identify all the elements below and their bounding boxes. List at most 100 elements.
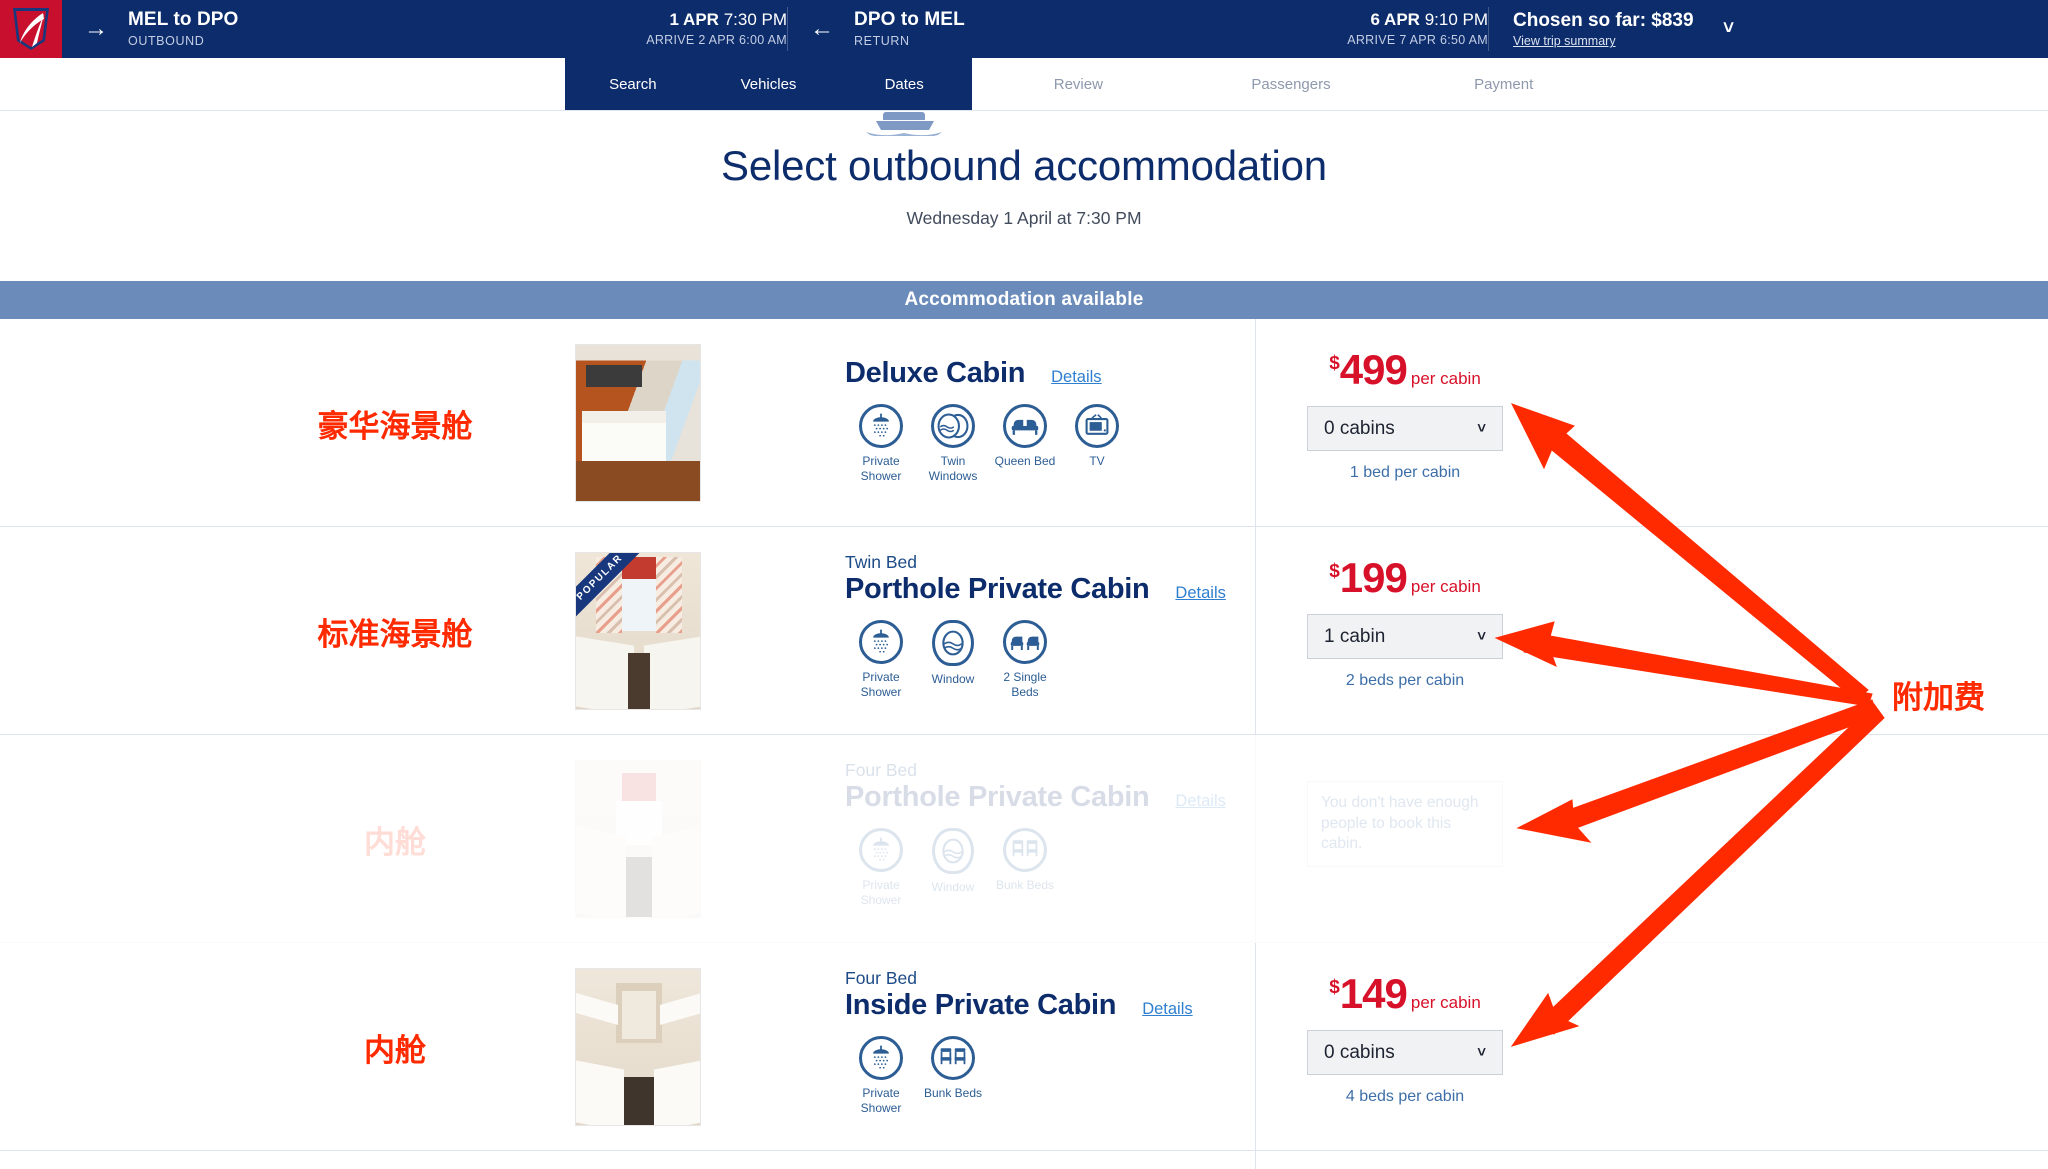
cabin-features: Private Shower Twin Windows Queen Bed TV	[845, 404, 1133, 484]
cabin-beds-note: 2 beds per cabin	[1345, 672, 1465, 689]
chevron-down-icon: ˅	[1477, 628, 1486, 645]
cabin-price-column: You don't have enough people to book thi…	[1290, 781, 1520, 867]
cabin-feature: Window	[917, 620, 989, 700]
cabin-row: Female Shared CabinDetails	[0, 1151, 2048, 1169]
accommodation-selection-page: → MEL to DPO OUTBOUND 1 APR 7:30 PM ARRI…	[0, 0, 2048, 1169]
cabin-price: $499 per cabin	[1290, 349, 1520, 391]
chevron-down-icon: ˅	[1477, 420, 1486, 437]
step-vehicles[interactable]: Vehicles	[701, 76, 837, 93]
annotation-cabin-type-label: 内舱	[364, 1033, 426, 1069]
return-depart-time: 9:10 PM	[1424, 10, 1488, 30]
cabin-list: 豪华海景舱 Deluxe Cabin Details Private Shower …	[0, 319, 2048, 1169]
cabin-feature-label: Bunk Beds	[923, 1086, 983, 1101]
step-vehicles-label: Vehicles	[740, 75, 797, 93]
return-leg[interactable]: ← DPO to MEL RETURN	[788, 0, 1238, 58]
cabin-price-column: $499 per cabin 0 cabins ˅ 1 bed per cabin	[1290, 349, 1520, 482]
shower-icon	[859, 620, 903, 665]
cabin-info: Four Bed Porthole Private Cabin Details Pr…	[845, 760, 1226, 908]
outbound-times: 1 APR 7:30 PM ARRIVE 2 APR 6:00 AM	[532, 0, 787, 58]
cabin-row: 豪华海景舱 Deluxe Cabin Details Private Shower …	[0, 319, 2048, 527]
cabin-info: Twin Bed Porthole Private Cabin Details Pr…	[845, 552, 1226, 700]
chosen-total: Chosen so far: $839	[1513, 9, 1694, 31]
price-column-divider	[1255, 319, 1256, 526]
cabin-details-link[interactable]: Details	[1051, 368, 1101, 387]
cabin-pre-title: Four Bed	[845, 760, 917, 780]
view-trip-summary-link[interactable]: View trip summary	[1513, 34, 1694, 48]
annotation-cabin-type-label: 内舱	[364, 825, 426, 861]
cabin-photo[interactable]: POPULAR	[575, 552, 701, 710]
chevron-down-icon: ˅	[1477, 1044, 1486, 1061]
expand-header-button[interactable]: ˅	[1694, 0, 1764, 58]
cabin-feature-label: Private Shower	[860, 1086, 902, 1116]
shower-icon	[859, 404, 903, 448]
step-search-label: Search	[609, 75, 657, 93]
cabin-quantity-value: 1 cabin	[1324, 625, 1386, 647]
outbound-arrive: ARRIVE 2 APR 6:00 AM	[646, 32, 787, 47]
chosen-so-far: Chosen so far: $839 View trip summary	[1489, 0, 1694, 58]
cabin-feature: Private Shower	[845, 1036, 917, 1116]
step-passengers[interactable]: Passengers	[1185, 76, 1398, 93]
spirit-of-tasmania-logo-icon	[10, 7, 52, 51]
queen-bed-icon	[1003, 404, 1047, 448]
cabin-feature-label: Private Shower	[860, 670, 902, 700]
currency-symbol: $	[1329, 977, 1340, 998]
page-subtitle: Wednesday 1 April at 7:30 PM	[906, 208, 1142, 228]
price-column-divider	[1255, 735, 1256, 942]
cabin-quantity-select[interactable]: 0 cabins ˅	[1307, 406, 1503, 451]
cabin-feature: Private Shower	[845, 620, 917, 700]
currency-symbol: $	[1329, 561, 1340, 582]
cabin-row: 内舱 Four Bed Inside Private Cabin Details P…	[0, 943, 2048, 1151]
cabin-feature-label: Bunk Beds	[995, 878, 1055, 893]
outbound-route: MEL to DPO	[128, 8, 239, 30]
cabin-name: Deluxe Cabin	[845, 357, 1026, 389]
porthole-window-icon	[932, 828, 974, 875]
upcoming-steps-group: Review Passengers Payment	[972, 58, 1610, 110]
cabin-details-link[interactable]: Details	[1142, 1000, 1192, 1019]
return-arrive: ARRIVE 7 APR 6:50 AM	[1347, 32, 1488, 47]
return-route: DPO to MEL	[854, 8, 965, 30]
step-dates-label: Dates	[884, 75, 924, 93]
cabin-details-link[interactable]: Details	[1175, 792, 1225, 811]
cabin-feature: Twin Windows	[917, 404, 989, 484]
price-amount: 149	[1339, 970, 1408, 1017]
cabin-photo[interactable]	[575, 344, 701, 502]
completed-steps-group: Search Vehicles Dates	[565, 58, 972, 137]
step-payment[interactable]: Payment	[1397, 76, 1610, 93]
cabin-features: Private Shower Window 2 Single Beds	[845, 620, 1226, 700]
brand-logo[interactable]	[0, 0, 62, 58]
cabin-quantity-select[interactable]: 1 cabin ˅	[1307, 614, 1503, 659]
shower-icon	[859, 1036, 903, 1081]
step-review[interactable]: Review	[972, 76, 1185, 93]
cabin-features: Private Shower Window Bunk Beds	[845, 828, 1226, 908]
cabin-pre-title: Twin Bed	[845, 552, 917, 572]
cabin-quantity-select[interactable]: 0 cabins ˅	[1307, 1030, 1503, 1075]
cabin-photo[interactable]	[575, 968, 701, 1126]
annotation-cabin-type-label: 豪华海景舱	[317, 409, 473, 445]
cabin-photo[interactable]	[575, 760, 701, 918]
outbound-direction: OUTBOUND	[128, 33, 205, 48]
cabin-pre-title: Four Bed	[845, 968, 917, 988]
cabin-features: Private Shower Bunk Beds	[845, 1036, 1193, 1116]
shower-icon	[859, 828, 903, 873]
price-column-divider	[1255, 527, 1256, 734]
bunk-beds-icon	[931, 1036, 975, 1081]
cabin-price-column: $149 per cabin 0 cabins ˅ 4 beds per cabin	[1290, 973, 1520, 1106]
outbound-leg[interactable]: → MEL to DPO OUTBOUND	[62, 0, 532, 58]
page-title: Select outbound accommodation	[721, 142, 1327, 189]
cabin-name: Porthole Private Cabin	[845, 573, 1150, 606]
outbound-depart-time: 7:30 PM	[723, 10, 787, 30]
twin-windows-icon	[931, 404, 975, 448]
ship-icon	[856, 106, 952, 137]
cabin-feature-label: 2 Single Beds	[1003, 670, 1047, 700]
step-dates[interactable]: Dates	[836, 75, 972, 137]
currency-symbol: $	[1329, 353, 1340, 374]
step-search[interactable]: Search	[565, 76, 701, 93]
cabin-row: 内舱 Four Bed Porthole Private Cabin Details…	[0, 735, 2048, 943]
cabin-price: $199 per cabin	[1290, 557, 1520, 599]
price-unit: per cabin	[1410, 369, 1481, 388]
cabin-price-column: $199 per cabin 1 cabin ˅ 2 beds per cabin	[1290, 557, 1520, 690]
cabin-quantity-value: 0 cabins	[1324, 417, 1395, 439]
step-passengers-label: Passengers	[1251, 75, 1331, 93]
cabin-details-link[interactable]: Details	[1175, 584, 1225, 603]
cabin-feature: Private Shower	[845, 404, 917, 484]
